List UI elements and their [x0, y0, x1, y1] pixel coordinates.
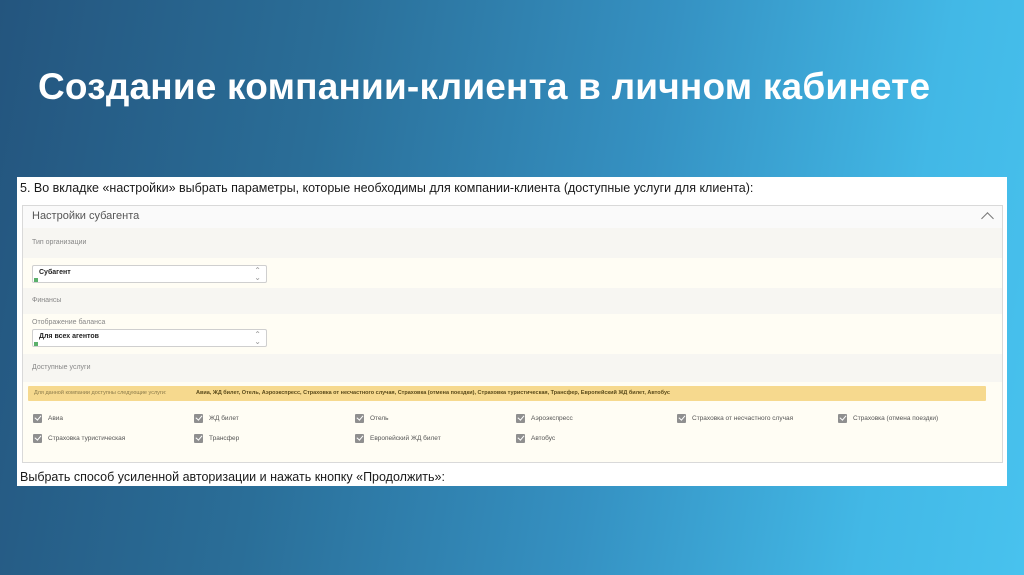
settings-screenshot: 5. Во вкладке «настройки» выбрать параме… [17, 177, 1007, 486]
subagent-settings-panel: Настройки субагента Тип организации Суба… [22, 205, 1003, 463]
org-type-select[interactable]: Субагент ⌃ ⌄ [32, 265, 267, 283]
valid-indicator [34, 342, 38, 346]
checkmark-icon [677, 413, 686, 423]
service-label: Аэроэкспресс [531, 414, 573, 422]
balance-value: Для всех агентов [39, 333, 99, 340]
balance-label: Отображение баланса [32, 319, 106, 326]
service-checkbox[interactable]: Аэроэкспресс [516, 411, 573, 425]
valid-indicator [34, 278, 38, 282]
org-type-value: Субагент [39, 269, 71, 276]
service-checkbox[interactable]: Трансфер [194, 431, 239, 445]
balance-select[interactable]: Для всех агентов ⌃ ⌄ [32, 329, 267, 347]
service-label: Авиа [48, 414, 64, 422]
service-label: Страховка (отмена поездки) [853, 414, 939, 422]
service-checkbox[interactable]: Страховка туристическая [33, 431, 125, 445]
step-instruction: 5. Во вкладке «настройки» выбрать параме… [20, 181, 754, 195]
panel-header[interactable]: Настройки субагента [23, 206, 1002, 229]
services-row [23, 354, 1002, 382]
services-notice: Для данной компании доступны следующие у… [28, 386, 986, 401]
auth-instruction: Выбрать способ усиленной авторизации и н… [20, 470, 445, 484]
updown-arrows-icon: ⌃ ⌄ [254, 266, 261, 282]
finance-row [23, 288, 1002, 314]
checkmark-icon [516, 433, 525, 443]
service-checkbox[interactable]: ЖД билет [194, 411, 239, 425]
service-checkbox[interactable]: Отель [355, 411, 389, 425]
service-label: Страховка от несчастного случая [692, 414, 794, 422]
checkmark-icon [194, 433, 203, 443]
checkmark-icon [355, 433, 364, 443]
service-label: Трансфер [209, 434, 240, 442]
service-checkbox[interactable]: Авиа [33, 411, 63, 425]
service-label: ЖД билет [209, 414, 239, 422]
checkmark-icon [33, 433, 42, 443]
service-label: Автобус [531, 434, 556, 442]
slide-title: Создание компании-клиента в личном кабин… [38, 66, 931, 107]
notice-services: Авиа, ЖД билет, Отель, Аэроэкспресс, Стр… [196, 390, 670, 396]
checkmark-icon [33, 413, 42, 423]
checkmark-icon [194, 413, 203, 423]
org-type-row [23, 228, 1002, 258]
service-label: Отель [370, 414, 389, 422]
service-checkbox[interactable]: Страховка (отмена поездки) [838, 411, 938, 425]
chevron-up-icon[interactable] [981, 212, 994, 225]
checkmark-icon [838, 413, 847, 423]
panel-title: Настройки субагента [32, 210, 140, 222]
service-label: Европейский ЖД билет [370, 434, 441, 442]
updown-arrows-icon: ⌃ ⌄ [254, 330, 261, 346]
checkmark-icon [516, 413, 525, 423]
org-type-label: Тип организации [32, 239, 87, 246]
checkmark-icon [355, 413, 364, 423]
service-checkbox[interactable]: Автобус [516, 431, 555, 445]
services-label: Доступные услуги [32, 364, 91, 371]
notice-prefix: Для данной компании доступны следующие у… [34, 390, 167, 396]
finance-label: Финансы [32, 297, 62, 304]
service-checkbox[interactable]: Страховка от несчастного случая [677, 411, 793, 425]
service-label: Страховка туристическая [48, 434, 126, 442]
service-checkbox[interactable]: Европейский ЖД билет [355, 431, 441, 445]
